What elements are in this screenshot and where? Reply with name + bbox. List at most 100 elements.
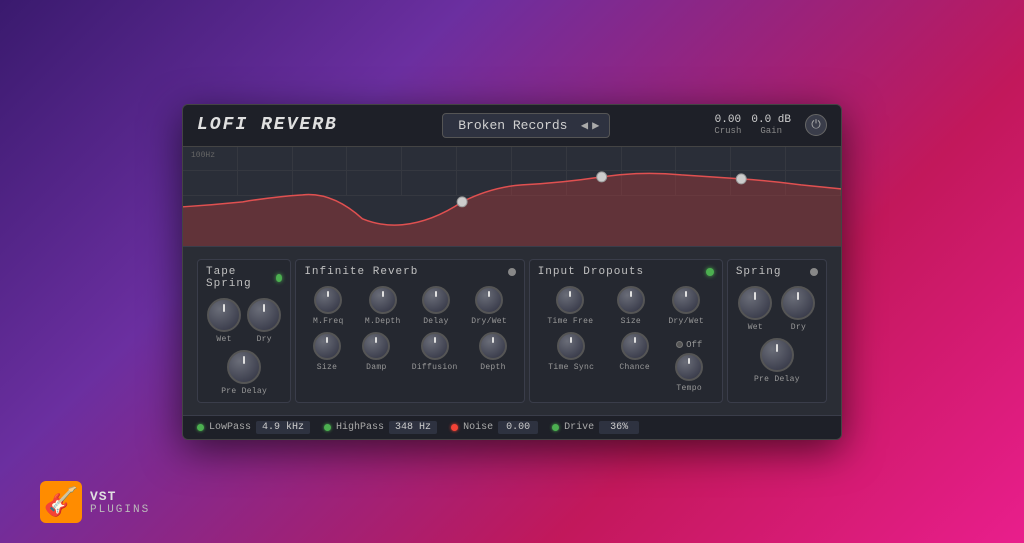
tempo-off-label: Off <box>686 340 702 350</box>
lowpass-value[interactable]: 4.9 kHz <box>256 421 310 434</box>
crush-display: 0.00 Crush <box>714 114 741 136</box>
knob-label-tempo: Tempo <box>676 384 702 393</box>
knob-drywet-id[interactable] <box>672 286 700 314</box>
knob-mfreq[interactable] <box>314 286 342 314</box>
tape-spring-section: Tape Spring Wet Dry Pre <box>197 259 291 403</box>
gain-display: 0.0 dB Gain <box>751 114 791 136</box>
lowpass-led <box>197 424 204 431</box>
guitar-icon: 🎸 <box>40 481 82 523</box>
tape-spring-header: Tape Spring <box>206 266 282 290</box>
drive-param: Drive 36% <box>552 421 639 434</box>
knob-group-chance: Chance <box>619 332 650 393</box>
lowpass-param: LowPass 4.9 kHz <box>197 421 310 434</box>
knob-label-wet-sp: Wet <box>748 323 763 332</box>
knob-group-mdepth: M.Depth <box>365 286 401 326</box>
highpass-label: HighPass <box>336 422 384 433</box>
knob-group-predelay-ts: Pre Delay <box>221 350 267 396</box>
spring-knobs-row2: Pre Delay <box>736 338 818 384</box>
knob-dry-sp[interactable] <box>781 286 815 320</box>
spring-header: Spring <box>736 266 818 278</box>
knob-group-delay-ir: Delay <box>422 286 450 326</box>
input-dropouts-knobs-row1: Time Free Size Dry/Wet <box>538 286 714 326</box>
eq-node-2[interactable] <box>597 171 607 181</box>
spring-title: Spring <box>736 266 782 278</box>
crush-value: 0.00 <box>715 114 741 126</box>
eq-node-3[interactable] <box>736 173 746 183</box>
knob-depth-ir[interactable] <box>479 332 507 360</box>
gain-value: 0.0 dB <box>751 114 791 126</box>
knob-group-timefree: Time Free <box>547 286 593 326</box>
knob-wet-ts[interactable] <box>207 298 241 332</box>
knob-group-wet-sp: Wet <box>738 286 772 332</box>
knob-timesync[interactable] <box>557 332 585 360</box>
header-right: 0.00 Crush 0.0 dB Gain ⏻ <box>714 114 827 136</box>
crush-gain-display: 0.00 Crush 0.0 dB Gain <box>714 114 791 136</box>
knob-label-drywet-ir: Dry/Wet <box>471 317 507 326</box>
vst-label: VST <box>90 489 150 504</box>
knob-wet-sp[interactable] <box>738 286 772 320</box>
knob-drywet-ir[interactable] <box>475 286 503 314</box>
knob-predelay-sp[interactable] <box>760 338 794 372</box>
brand-text: VST PLUGINS <box>90 489 150 516</box>
tape-spring-led <box>276 274 283 282</box>
knob-label-dry-sp: Dry <box>791 323 806 332</box>
highpass-value[interactable]: 348 Hz <box>389 421 437 434</box>
preset-selector[interactable]: Broken Records ◀ ▶ <box>442 113 610 138</box>
plugin-logo: LoFi Reverb <box>197 115 338 135</box>
tape-spring-knobs-row1: Wet Dry <box>206 298 282 344</box>
tempo-led-dot <box>676 341 683 348</box>
branding: 🎸 VST PLUGINS <box>40 481 150 523</box>
infinite-reverb-header: Infinite Reverb <box>304 266 515 278</box>
knob-size-id[interactable] <box>617 286 645 314</box>
tape-spring-knobs-row2: Pre Delay <box>206 350 282 396</box>
knob-group-drywet-id: Dry/Wet <box>668 286 704 326</box>
eq-node-1[interactable] <box>457 196 467 206</box>
knob-delay-ir[interactable] <box>422 286 450 314</box>
knob-dry-ts[interactable] <box>247 298 281 332</box>
knob-group-predelay-sp: Pre Delay <box>754 338 800 384</box>
knob-group-depth-ir: Depth <box>479 332 507 372</box>
noise-led <box>451 424 458 431</box>
knob-size-ir[interactable] <box>313 332 341 360</box>
knob-diffusion[interactable] <box>421 332 449 360</box>
power-button[interactable]: ⏻ <box>805 114 827 136</box>
knob-predelay-ts[interactable] <box>227 350 261 384</box>
drive-value[interactable]: 36% <box>599 421 639 434</box>
spring-led <box>810 268 818 276</box>
knob-label-depth-ir: Depth <box>480 363 506 372</box>
knob-label-predelay-sp: Pre Delay <box>754 375 800 384</box>
lowpass-label: LowPass <box>209 422 251 433</box>
knob-chance[interactable] <box>621 332 649 360</box>
knob-group-diffusion: Diffusion <box>412 332 458 372</box>
preset-name: Broken Records <box>453 118 573 133</box>
drive-label: Drive <box>564 422 594 433</box>
infinite-reverb-section: Infinite Reverb M.Freq M.Depth Delay <box>295 259 524 403</box>
knob-timefree[interactable] <box>556 286 584 314</box>
preset-prev-button[interactable]: ◀ <box>581 118 588 133</box>
knob-group-mfreq: M.Freq <box>313 286 344 326</box>
knob-mdepth[interactable] <box>369 286 397 314</box>
controls-area: Tape Spring Wet Dry Pre <box>183 247 841 415</box>
infinite-reverb-title: Infinite Reverb <box>304 266 418 278</box>
noise-value[interactable]: 0.00 <box>498 421 538 434</box>
noise-label: Noise <box>463 422 493 433</box>
bottom-bar: LowPass 4.9 kHz HighPass 348 Hz Noise 0.… <box>183 415 841 439</box>
plugin-window: LoFi Reverb Broken Records ◀ ▶ 0.00 Crus… <box>182 104 842 440</box>
crush-label: Crush <box>714 126 741 136</box>
knob-label-timefree: Time Free <box>547 317 593 326</box>
knob-label-wet-ts: Wet <box>216 335 231 344</box>
drive-led <box>552 424 559 431</box>
knob-group-drywet-ir: Dry/Wet <box>471 286 507 326</box>
knob-group-damp: Damp <box>362 332 390 372</box>
knob-label-delay-ir: Delay <box>423 317 449 326</box>
knob-label-size-ir: Size <box>317 363 337 372</box>
eq-display: 100Hz <box>183 147 841 247</box>
infinite-reverb-knobs-row2: Size Damp Diffusion Depth <box>304 332 515 372</box>
input-dropouts-led <box>706 268 714 276</box>
knob-damp[interactable] <box>362 332 390 360</box>
knob-group-size-id: Size <box>617 286 645 326</box>
knob-label-drywet-id: Dry/Wet <box>668 317 704 326</box>
preset-next-button[interactable]: ▶ <box>592 118 599 133</box>
knob-tempo[interactable] <box>675 353 703 381</box>
sections-row: Tape Spring Wet Dry Pre <box>195 257 829 405</box>
